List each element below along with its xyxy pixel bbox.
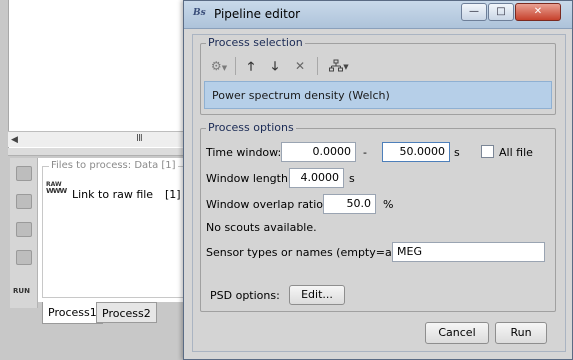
file-item-label[interactable]: Link to raw file (72, 188, 153, 201)
sensor-types-label: Sensor types or names (empty=all): (206, 246, 406, 259)
process-list[interactable]: Power spectrum density (Welch) (204, 81, 552, 109)
scouts-message: No scouts available. (206, 221, 317, 234)
run-button[interactable]: Run (495, 322, 547, 344)
psd-options-label: PSD options: (210, 289, 280, 302)
dialog-title: Pipeline editor (214, 7, 301, 21)
sensor-types-field[interactable]: MEG (392, 242, 545, 262)
tab-process2[interactable]: Process2 (96, 302, 157, 323)
psd-edit-button[interactable]: Edit... (289, 285, 345, 305)
time-window-separator: - (363, 146, 367, 159)
horizontal-scrollbar[interactable]: ◀ III (8, 131, 188, 147)
file-item-count: [1] (165, 188, 181, 201)
process-toolbar: ⚙▼ 🡑 🡓 ✕ ▼ (205, 54, 405, 78)
close-button[interactable]: ✕ (515, 3, 561, 21)
process-selection-title: Process selection (206, 36, 305, 49)
raw-icon-wave: WWW (46, 187, 67, 195)
dialog-body: Process selection ⚙▼ 🡑 🡓 ✕ ▼ Power spect… (192, 34, 566, 352)
gear-icon[interactable]: ⚙▼ (207, 56, 231, 76)
files-to-process-panel: Files to process: Data [1] RAW WWW Link … (38, 158, 188, 302)
scroll-left-arrow-icon[interactable]: ◀ (11, 135, 18, 145)
process-icon[interactable] (16, 194, 32, 209)
delete-icon[interactable]: ✕ (291, 56, 309, 76)
process-side-toolbar: RUN (10, 158, 38, 308)
toolbar-separator (317, 57, 318, 75)
process-selection-group: Process selection ⚙▼ 🡑 🡓 ✕ ▼ Power spect… (200, 36, 556, 115)
scroll-grip[interactable]: III (136, 133, 143, 144)
time-window-label: Time window: (206, 146, 282, 159)
window-overlap-label: Window overlap ratio: (206, 198, 327, 211)
process-tabs: Process1 Process2 (38, 302, 188, 324)
tree-icon[interactable]: ▼ (325, 56, 353, 76)
pipeline-editor-dialog: Bs Pipeline editor — □ ✕ Process selecti… (183, 0, 573, 360)
files-title: Files to process: Data [1] (49, 160, 178, 171)
tab-process1[interactable]: Process1 (42, 302, 103, 324)
window-length-label: Window length: (206, 172, 292, 185)
window-overlap-unit: % (383, 198, 394, 211)
process-options-title: Process options (206, 121, 296, 134)
window-length-unit: s (349, 172, 355, 185)
time-window-start-field[interactable]: 0.0000 (281, 142, 356, 162)
process-item-psd[interactable]: Power spectrum density (Welch) (212, 89, 390, 102)
window-length-field[interactable]: 4.0000 (289, 168, 344, 188)
time-window-end-field[interactable]: 50.0000 (382, 142, 450, 162)
run-button[interactable]: RUN (13, 287, 30, 295)
copy-icon[interactable] (16, 222, 32, 237)
cancel-button[interactable]: Cancel (425, 322, 489, 344)
all-file-label[interactable]: All file (499, 146, 533, 159)
stack-icon[interactable] (16, 250, 32, 265)
process-options-group: Process options Time window: 0.0000 - 50… (200, 121, 556, 312)
arrow-down-icon[interactable]: 🡓 (267, 56, 283, 76)
window-overlap-field[interactable]: 50.0 (323, 194, 376, 214)
all-file-checkbox[interactable] (481, 145, 494, 158)
filter-icon[interactable] (16, 166, 32, 181)
raw-file-icon: RAW WWW (46, 182, 67, 196)
app-logo-icon: Bs (193, 8, 206, 18)
title-bar[interactable]: Bs Pipeline editor — □ ✕ (184, 1, 572, 29)
arrow-up-icon[interactable]: 🡑 (243, 56, 259, 76)
minimize-button[interactable]: — (461, 3, 487, 21)
time-window-unit: s (454, 146, 460, 159)
toolbar-separator (235, 57, 236, 75)
maximize-button[interactable]: □ (488, 3, 514, 21)
panel-splitter[interactable] (8, 148, 188, 156)
tree-view-area[interactable] (8, 0, 188, 148)
